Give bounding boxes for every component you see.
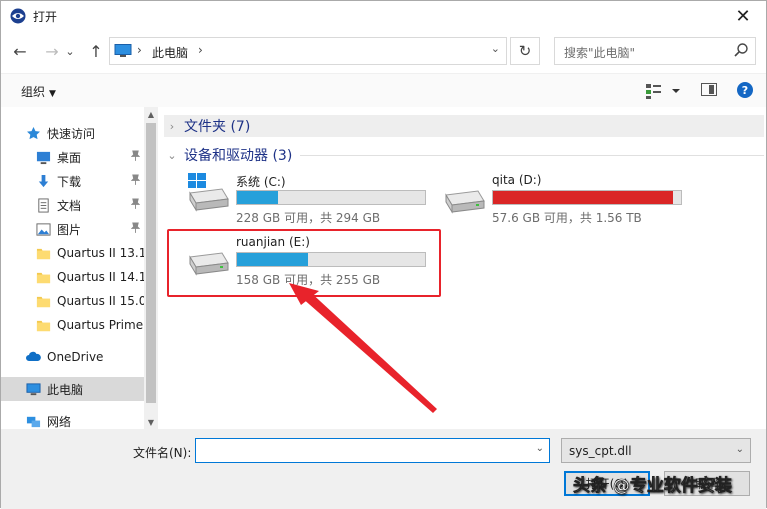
toolbar: 组织 ▼ ? [1,73,766,107]
breadcrumb-separator[interactable]: › [198,43,203,57]
sidebar-item[interactable]: 此电脑 [1,377,144,401]
search-placeholder: 搜索"此电脑" [564,46,636,60]
drive-icon [440,187,486,215]
drive-usage-bar [236,190,426,205]
chevron-right-icon: › [169,119,175,133]
sidebar-item-label: 此电脑 [47,382,84,397]
sidebar-item[interactable]: 图片 [1,217,144,241]
drive-item[interactable]: 系统 (C:) 228 GB 可用，共 294 GB [164,173,430,227]
recent-locations-button[interactable]: ⌄ [63,40,77,62]
scroll-up-button[interactable]: ▲ [144,107,158,121]
document-icon [35,197,51,213]
drive-usage-fill [493,191,674,204]
group-folders[interactable]: › 文件夹 (7) [164,115,764,137]
sidebar-item[interactable]: Quartus II 14.1 [1,265,144,289]
network-icon [25,413,41,429]
address-history-dropdown[interactable]: ⌄ [491,42,500,55]
help-icon[interactable]: ? [737,82,753,98]
download-icon [35,173,51,189]
sidebar-item[interactable]: Quartus II 13.1 [1,241,144,265]
sidebar-item-label: 图片 [57,222,82,237]
sidebar-scrollbar[interactable]: ▲ ▼ [144,107,158,429]
filename-label: 文件名(N): [133,446,192,460]
navigation-pane: 网络 此电脑 OneDrive Quartus Prime Quartus II 15.… [1,107,158,429]
cloud-icon [25,349,41,365]
preview-pane-icon[interactable] [701,83,717,96]
filetype-dropdown: ⌄ [735,444,744,455]
sidebar-item[interactable]: 下载 [1,169,144,193]
pin-icon [130,174,141,188]
window-title: 打开 [33,10,58,24]
close-button[interactable]: ✕ [720,1,766,31]
sidebar-item-label: 下载 [57,174,82,189]
refresh-button[interactable]: ↻ [510,37,540,65]
organize-caret: ▼ [49,89,56,99]
group-folders-label: 文件夹 (7) [184,119,251,135]
scroll-thumb[interactable] [146,123,156,403]
watermark: 头条 @专业软件安装 [573,476,733,497]
up-button[interactable]: ↑ [85,40,107,62]
dialog-footer: 文件名(N): ⌄ sys_cpt.dll ⌄ 打开(O) 取消 头条 @专业软… [1,429,766,509]
drive-capacity: 228 GB 可用，共 294 GB [236,211,381,225]
windows-drive-icon [184,173,230,215]
drive-capacity: 57.6 GB 可用，共 1.56 TB [492,211,642,225]
view-options-icon[interactable] [645,82,685,100]
navigation-bar: ← → ⌄ ↑ › 此电脑 › ⌄ ↻ 搜索"此电脑" [1,35,766,67]
sidebar-item[interactable]: Quartus II 15.0 [1,289,144,313]
picture-icon [35,221,51,237]
computer-icon [25,381,41,397]
group-devices-drives[interactable]: ⌄ 设备和驱动器 (3) [164,144,764,166]
address-bar[interactable]: › 此电脑 › ⌄ [109,37,507,65]
scroll-down-button[interactable]: ▼ [144,415,158,429]
computer-icon [114,44,132,57]
folder-icon [35,245,51,261]
sidebar-item[interactable]: 快速访问 [1,121,144,145]
highlight-box [167,229,441,297]
sidebar-item[interactable]: OneDrive [1,345,144,369]
drive-name: qita (D:) [492,173,542,187]
filetype-select[interactable]: sys_cpt.dll ⌄ [561,438,751,463]
folder-icon [35,269,51,285]
back-button[interactable]: ← [9,40,31,62]
sidebar-item-label: 桌面 [57,150,82,165]
open-file-dialog: 打开 ✕ ← → ⌄ ↑ › 此电脑 › ⌄ ↻ 搜索"此电脑" 组织 ▼ ? … [0,0,767,509]
sidebar-item-label: 文档 [57,198,82,213]
filetype-value: sys_cpt.dll [569,444,632,458]
filename-input[interactable]: ⌄ [195,438,550,463]
drive-name: 系统 (C:) [236,175,286,189]
breadcrumb-this-pc[interactable]: 此电脑 [152,44,188,61]
search-icon[interactable] [733,42,749,58]
sidebar-item-label: Quartus II 15.0 [57,294,144,308]
folder-icon [35,293,51,309]
sidebar-item-label: Quartus Prime [57,318,144,332]
sidebar-item-label: Quartus II 13.1 [57,246,144,260]
drive-item[interactable]: qita (D:) 57.6 GB 可用，共 1.56 TB [420,173,686,227]
drive-usage-bar [492,190,682,205]
organize-menu[interactable]: 组织 ▼ [21,83,56,100]
title-bar: 打开 ✕ [1,1,766,31]
pin-icon [130,222,141,236]
group-divider [300,154,764,156]
chevron-down-icon: ⌄ [167,148,177,162]
organize-label: 组织 [21,85,46,99]
star-icon [25,125,41,141]
search-box[interactable]: 搜索"此电脑" [554,37,756,65]
forward-button[interactable]: → [41,40,63,62]
app-icon [10,8,26,24]
sidebar-item-label: OneDrive [47,350,104,364]
breadcrumb-separator[interactable]: › [137,43,142,57]
filename-dropdown[interactable]: ⌄ [536,443,544,454]
pin-icon [130,150,141,164]
sidebar-item[interactable]: Quartus Prime [1,313,144,337]
sidebar-item-label: 快速访问 [47,126,96,141]
folder-icon [35,317,51,333]
sidebar-item-label: 网络 [47,414,72,429]
sidebar-item[interactable]: 文档 [1,193,144,217]
pin-icon [130,198,141,212]
desktop-icon [35,149,51,165]
drive-usage-fill [237,191,279,204]
sidebar-item-label: Quartus II 14.1 [57,270,144,284]
sidebar-item[interactable]: 桌面 [1,145,144,169]
group-devices-label: 设备和驱动器 (3) [184,148,293,164]
